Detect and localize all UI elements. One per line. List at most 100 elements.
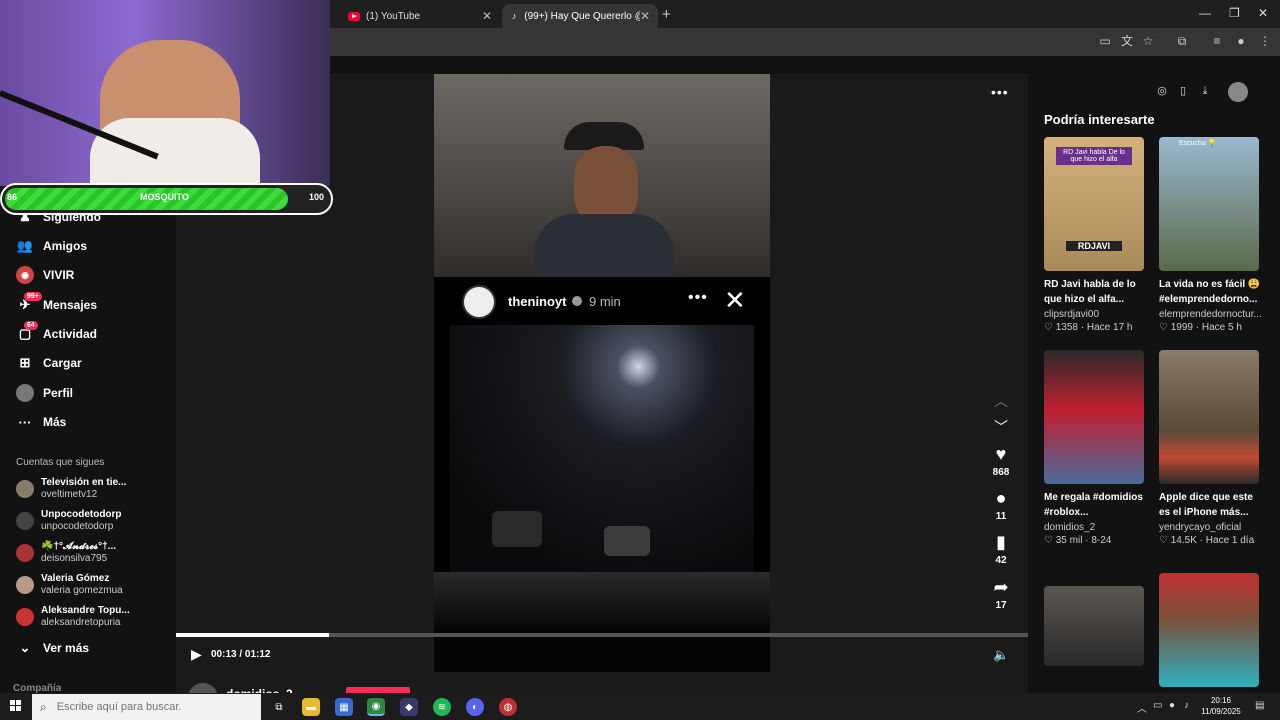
age: Hace 17 h (1086, 322, 1133, 333)
save-count: 42 (995, 555, 1007, 566)
network-icon[interactable]: ▭ (1153, 700, 1162, 711)
share-button[interactable]: ➦ 17 (988, 577, 1014, 611)
new-tab-button[interactable]: + (662, 6, 671, 23)
video-thumbnail[interactable] (1044, 586, 1144, 666)
followed-account[interactable]: Aleksandre Topu... aleksandretopuria (16, 602, 130, 632)
video-thumbnail[interactable] (1159, 573, 1259, 687)
tray-expand-icon[interactable]: ︿ (1137, 700, 1147, 715)
recommendation-handle: domidios_2 (1044, 522, 1096, 533)
tab-tiktok[interactable]: ♪ (99+) Hay Que Quererlo @dom ✕ (502, 4, 658, 28)
restore-button[interactable]: ❐ (1229, 6, 1240, 20)
store-icon[interactable]: ▦ (335, 698, 353, 716)
following-accounts-title: Cuentas que sigues (16, 457, 105, 468)
recommendation-card[interactable]: Me regala #domidios #roblox... domidios_… (1044, 350, 1144, 546)
search-icon: ⌕ (40, 699, 47, 714)
user-avatar[interactable] (1228, 82, 1248, 102)
messages-icon: ✈ 99+ (16, 292, 42, 314)
previous-video-button[interactable]: ︿ (988, 391, 1014, 411)
sidebar-item-more[interactable]: ··· Más (16, 410, 67, 434)
mobile-icon[interactable]: ▯ (1174, 82, 1192, 100)
tab-title: (1) YouTube (366, 10, 421, 22)
mic-icon[interactable]: ● (1169, 700, 1175, 711)
followed-account[interactable]: Televisión en tie... oveltimetv12 (16, 474, 126, 504)
bookmark-star-icon[interactable]: ☆ (1141, 34, 1155, 48)
car-shape (492, 511, 542, 547)
account-handle: oveltimetv12 (41, 489, 98, 500)
discord-icon[interactable]: ◐ (466, 698, 484, 716)
recommendation-title: Me regala #domidios #roblox... (1044, 492, 1143, 518)
tab-youtube[interactable]: (1) YouTube ✕ (340, 4, 500, 28)
app-icon[interactable]: ◆ (400, 698, 418, 716)
media-icon[interactable]: ≡ (1210, 34, 1224, 48)
comment-button[interactable]: ● 11 (988, 488, 1014, 522)
close-tab-icon[interactable]: ✕ (640, 9, 650, 23)
like-button[interactable]: ♥ 868 (988, 444, 1014, 478)
chrome-icon[interactable]: ◉ (367, 698, 385, 716)
more-icon: ··· (18, 414, 32, 430)
video-thumbnail (1044, 350, 1144, 484)
like-count: 868 (992, 467, 1010, 478)
next-video-button[interactable]: ﹀ (988, 417, 1014, 437)
sidebar-item-profile[interactable]: Perfil (16, 381, 73, 405)
clock-time[interactable]: 20:16 (1203, 696, 1239, 705)
recommendation-card[interactable]: Apple dice que este es el iPhone más... … (1159, 350, 1259, 546)
health-value: 86 (7, 192, 18, 202)
taskbar-search[interactable]: ⌕ (32, 694, 261, 720)
sidebar-item-upload[interactable]: ⊞ Cargar (16, 351, 82, 375)
profile-avatar-icon[interactable]: ● (1234, 34, 1248, 48)
video-frame[interactable]: theninoyt 9 min ••• ✕ (434, 74, 770, 672)
video-thumbnail: Escucha 💡 (1159, 137, 1259, 271)
chevron-down-icon: ﹀ (994, 419, 1008, 435)
progress-bar[interactable] (176, 633, 1028, 637)
followed-account[interactable]: Valeria Gómez valeria gomezmua (16, 570, 123, 600)
account-name: Televisión en tie... (41, 477, 127, 488)
account-name: Unpocodetodorp (41, 509, 122, 520)
more-options-icon[interactable]: ••• (991, 84, 1009, 100)
comment-count: 11 (995, 511, 1007, 522)
cast-icon[interactable]: ▭ (1098, 34, 1112, 48)
close-tab-icon[interactable]: ✕ (482, 9, 492, 23)
search-input[interactable] (56, 701, 237, 713)
task-view-icon[interactable]: ⧉ (270, 698, 288, 716)
account-handle: aleksandretopuria (41, 617, 121, 628)
notifications-icon[interactable]: ▤ (1255, 700, 1264, 711)
messages-badge: 99+ (24, 292, 42, 301)
spotify-icon[interactable]: ≋ (433, 698, 451, 716)
see-more-button[interactable]: ⌄ Ver más (16, 636, 90, 660)
browser-menu-icon[interactable]: ⋮ (1258, 34, 1272, 48)
close-window-button[interactable]: ✕ (1258, 6, 1268, 20)
download-icon[interactable]: ⤓ (1196, 82, 1214, 100)
windows-start-icon[interactable] (10, 700, 22, 712)
minimize-button[interactable]: — (1199, 6, 1211, 20)
sidebar-item-messages[interactable]: ✈ 99+ Mensajes (16, 292, 97, 317)
account-name: ☘️†°𝓐𝓷𝓭𝓻𝓮𝓼°†... (41, 541, 116, 552)
save-button[interactable]: ▮ 42 (988, 532, 1014, 566)
volume-button[interactable]: 🔈 (993, 647, 1009, 663)
live-icon: ◉ (16, 266, 34, 284)
followed-account[interactable]: Unpocodetodorp unpocodetodorp (16, 506, 122, 536)
share-icon: ➦ (993, 577, 1009, 597)
compass-icon[interactable]: ◎ (1153, 82, 1171, 100)
clock-date[interactable]: 11/09/2025 (1199, 707, 1243, 716)
thumbnail-caption: RD Javi habla De lo que hizo el alfa (1056, 147, 1132, 165)
heart-outline-icon: ♡ (1159, 535, 1168, 546)
translate-icon[interactable]: 文 (1120, 34, 1134, 48)
avatar (16, 512, 34, 530)
sidebar-item-label: VIVIR (43, 268, 75, 282)
sidebar-item-friends[interactable]: 👥 Amigos (16, 234, 87, 258)
recommendation-meta: ♡ 14.5K · Hace 1 día (1159, 535, 1255, 546)
speaker-icon[interactable]: ♪ (1184, 700, 1189, 711)
play-button[interactable]: ▶ (191, 646, 202, 663)
like-count: 14.5K (1170, 535, 1197, 546)
extensions-icon[interactable]: ⧉ (1175, 34, 1189, 48)
activity-icon: ▢ 64 (16, 321, 38, 343)
sidebar-item-activity[interactable]: ▢ 64 Actividad (16, 321, 97, 346)
recommendation-meta: ♡ 35 mil · 8-24 (1044, 535, 1112, 546)
file-explorer-icon[interactable]: ▬ (302, 698, 320, 716)
recommendation-card[interactable]: RD Javi habla De lo que hizo el alfa RDJ… (1044, 137, 1144, 333)
sidebar-item-live[interactable]: ◉ VIVIR (16, 263, 74, 287)
account-name: Aleksandre Topu... (41, 605, 130, 616)
obs-icon[interactable]: ◍ (499, 698, 517, 716)
recommendation-card[interactable]: Escucha 💡 La vida no es fácil 😩 #elempre… (1159, 137, 1262, 333)
followed-account[interactable]: ☘️†°𝓐𝓷𝓭𝓻𝓮𝓼°†... deisonsilva795 (16, 538, 116, 568)
